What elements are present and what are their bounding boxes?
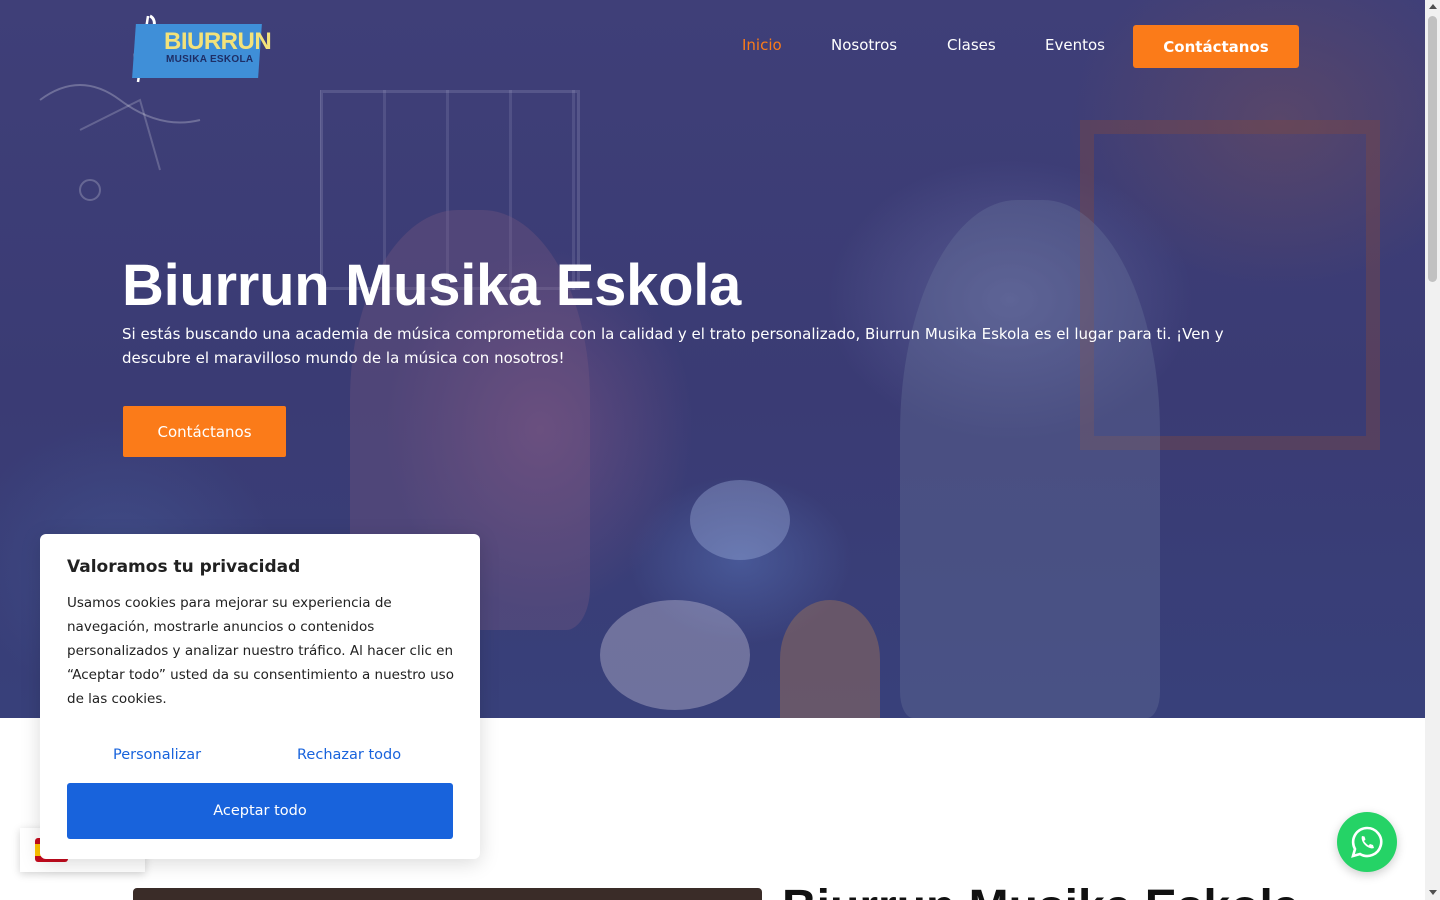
- hero-background-guitarist: [900, 200, 1160, 718]
- cookie-accept-button[interactable]: Aceptar todo: [67, 783, 453, 839]
- whatsapp-button[interactable]: [1337, 812, 1397, 872]
- logo-text-main: BIURRUN: [164, 28, 272, 55]
- scrollbar-thumb[interactable]: [1428, 16, 1437, 282]
- cookie-text: Usamos cookies para mejorar su experienc…: [67, 595, 454, 707]
- hero-contact-button[interactable]: Contáctanos: [123, 406, 286, 457]
- nav-nosotros[interactable]: Nosotros: [831, 36, 897, 54]
- nav-eventos[interactable]: Eventos: [1045, 36, 1105, 54]
- page-scrollbar[interactable]: [1425, 0, 1440, 900]
- hero-background-doodle: [39, 84, 201, 201]
- hero-title: Biurrun Musika Eskola: [122, 253, 741, 318]
- scroll-up-arrow-icon[interactable]: [1429, 4, 1437, 9]
- hero-description: Si estás buscando una academia de música…: [122, 325, 1224, 367]
- cookie-customize-button[interactable]: Personalizar: [113, 743, 201, 767]
- scroll-down-arrow-icon[interactable]: [1429, 890, 1437, 895]
- nav-inicio[interactable]: Inicio: [742, 36, 782, 54]
- header-contact-button[interactable]: Contáctanos: [1133, 25, 1299, 68]
- logo-text-sub: MUSIKA ESKOLA: [166, 54, 254, 65]
- hero-background-drum: [690, 480, 790, 560]
- hero-background-acoustic-guitar: [780, 600, 880, 718]
- about-image: [133, 888, 762, 900]
- cookie-reject-button[interactable]: Rechazar todo: [297, 743, 401, 767]
- about-title: Biurrun Musika Eskola: [782, 880, 1299, 900]
- site-logo[interactable]: BIURRUN MUSIKA ESKOLA: [122, 12, 272, 83]
- cookie-title: Valoramos tu privacidad: [67, 557, 301, 577]
- whatsapp-icon: [1351, 826, 1383, 858]
- hero-background-bass-drum: [600, 600, 750, 710]
- nav-clases[interactable]: Clases: [947, 36, 996, 54]
- cookie-consent-banner: Valoramos tu privacidad Usamos cookies p…: [40, 534, 480, 859]
